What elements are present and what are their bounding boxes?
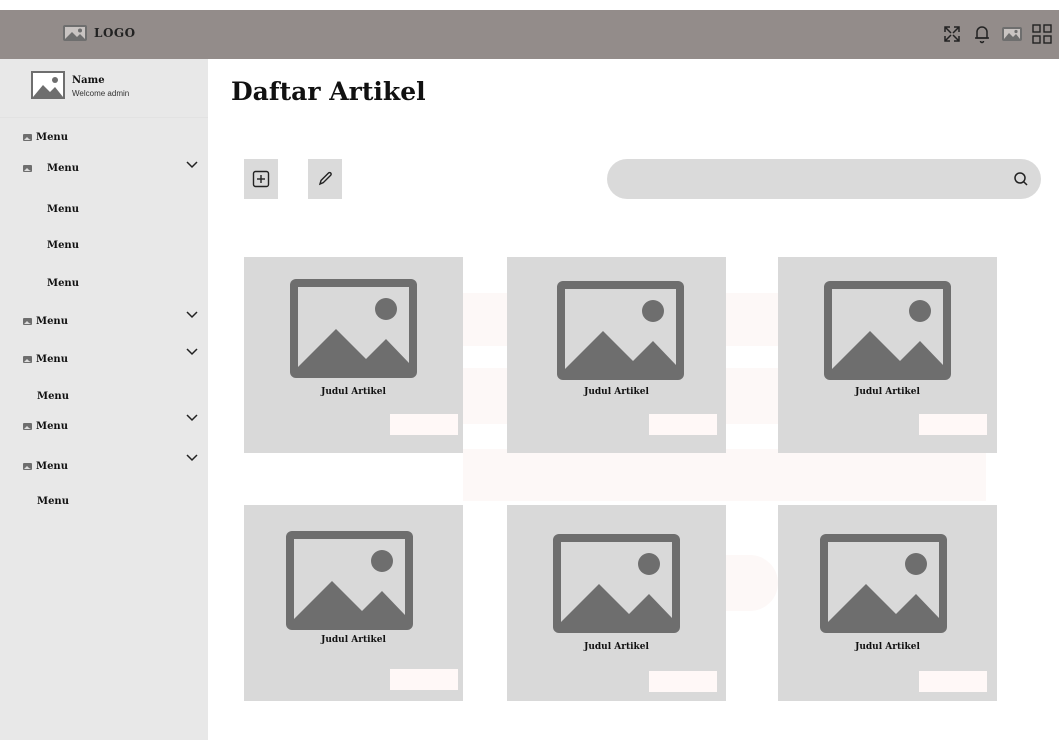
- article-card[interactable]: Judul Artikel: [778, 257, 997, 453]
- sidebar-subitem-1[interactable]: Menu: [47, 200, 79, 218]
- menu-item-icon: [23, 164, 32, 172]
- bell-icon[interactable]: [971, 23, 993, 45]
- image-placeholder-icon: [820, 534, 947, 633]
- article-card[interactable]: Judul Artikel: [507, 505, 726, 701]
- image-placeholder-icon: [286, 531, 413, 630]
- search-icon[interactable]: [1013, 171, 1029, 187]
- background-shape: [463, 368, 507, 424]
- chevron-down-icon[interactable]: [186, 311, 198, 319]
- chevron-down-icon[interactable]: [186, 454, 198, 462]
- card-action-button[interactable]: [919, 671, 987, 692]
- background-shape: [725, 555, 778, 611]
- search-input[interactable]: [625, 159, 999, 201]
- image-icon[interactable]: [1001, 23, 1023, 45]
- sidebar-item-6[interactable]: Menu: [23, 457, 68, 475]
- chevron-down-icon[interactable]: [186, 161, 198, 169]
- sidebar-subitem-3[interactable]: Menu: [47, 274, 79, 292]
- article-title: Judul Artikel: [321, 387, 386, 397]
- background-shape: [725, 368, 778, 424]
- article-title: Judul Artikel: [855, 642, 920, 652]
- chevron-down-icon[interactable]: [186, 414, 198, 422]
- sidebar-item-4[interactable]: Menu: [23, 350, 68, 368]
- article-card[interactable]: Judul Artikel: [244, 257, 463, 453]
- logo[interactable]: LOGO: [62, 24, 136, 42]
- sidebar-item-3[interactable]: Menu: [23, 312, 68, 330]
- top-bar: LOGO: [0, 10, 1059, 59]
- plus-square-icon: [252, 170, 270, 188]
- logo-image-icon: [62, 24, 88, 42]
- background-shape: [725, 293, 778, 346]
- sidebar-item-5[interactable]: Menu: [23, 417, 68, 435]
- image-placeholder-icon: [553, 534, 680, 633]
- sidebar-subitem-4[interactable]: Menu: [37, 387, 69, 405]
- article-title: Judul Artikel: [584, 387, 649, 397]
- profile-subtitle: Welcome admin: [72, 89, 130, 98]
- image-placeholder-icon: [557, 281, 684, 380]
- collapse-arrows-icon[interactable]: [941, 23, 963, 45]
- profile[interactable]: Name Welcome admin: [0, 59, 208, 118]
- article-card[interactable]: Judul Artikel: [507, 257, 726, 453]
- avatar: [31, 71, 65, 99]
- article-title: Judul Artikel: [584, 642, 649, 652]
- sidebar-subitem-2[interactable]: Menu: [47, 236, 79, 254]
- profile-name: Name: [72, 75, 105, 86]
- article-card[interactable]: Judul Artikel: [778, 505, 997, 701]
- page-title: Daftar Artikel: [231, 77, 426, 106]
- menu-item-icon: [23, 462, 32, 470]
- card-action-button[interactable]: [390, 669, 458, 690]
- card-action-button[interactable]: [390, 414, 458, 435]
- card-action-button[interactable]: [919, 414, 987, 435]
- image-placeholder-icon: [824, 281, 951, 380]
- sidebar: Name Welcome admin Menu Menu Menu Menu M…: [0, 59, 208, 740]
- image-placeholder-icon: [290, 279, 417, 378]
- menu-item-icon: [23, 422, 32, 430]
- menu-item-icon: [23, 133, 32, 141]
- menu-item-icon: [23, 317, 32, 325]
- card-action-button[interactable]: [649, 671, 717, 692]
- card-action-button[interactable]: [649, 414, 717, 435]
- background-shape: [463, 293, 507, 346]
- sidebar-item-1[interactable]: Menu: [23, 128, 68, 146]
- add-button[interactable]: [244, 159, 278, 199]
- article-title: Judul Artikel: [321, 635, 386, 645]
- article-title: Judul Artikel: [855, 387, 920, 397]
- menu-item-icon: [23, 355, 32, 363]
- pencil-icon: [318, 171, 332, 186]
- chevron-down-icon[interactable]: [186, 348, 198, 356]
- grid-icon[interactable]: [1031, 23, 1053, 45]
- logo-text: LOGO: [94, 26, 136, 40]
- article-card[interactable]: Judul Artikel: [244, 505, 463, 701]
- background-shape: [463, 449, 986, 501]
- sidebar-item-2[interactable]: Menu: [23, 159, 79, 177]
- sidebar-subitem-5[interactable]: Menu: [37, 492, 69, 510]
- edit-button[interactable]: [308, 159, 342, 199]
- search-bar[interactable]: [607, 159, 1041, 201]
